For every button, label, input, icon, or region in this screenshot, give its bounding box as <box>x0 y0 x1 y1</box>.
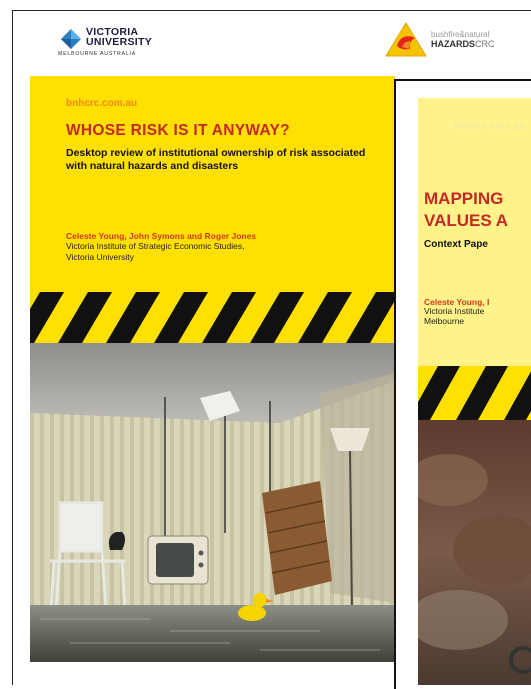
hazard-stripes <box>30 292 395 343</box>
cover2-institution: Victoria Institute Melbourne <box>424 306 484 326</box>
cover1-institution-line2: Victoria University <box>66 251 134 262</box>
flooded-room-photo <box>30 343 395 662</box>
vu-name-line2: UNIVERSITY <box>86 36 153 48</box>
cover-whose-risk: bnhcrc.com.au WHOSE RISK IS IT ANYWAY? D… <box>30 76 395 662</box>
cover2-institution-line1: Victoria Institute <box>424 306 485 316</box>
victoria-university-logo: VICTORIA UNIVERSITY MELBOURNE AUSTRALIA <box>58 24 168 60</box>
vu-location: MELBOURNE AUSTRALIA <box>58 51 137 57</box>
cover2-subtitle: Context Pape <box>424 239 488 250</box>
cover2-title-line1: MAPPING <box>424 189 504 208</box>
cover2-title-line2: VALUES A <box>424 211 509 230</box>
bnh-crc: CRC <box>475 39 495 49</box>
vu-diamond-icon <box>61 29 81 49</box>
cover-mapping-values: bnhcrc.com.au MAPPING VALUES A Context P… <box>418 98 531 685</box>
cover1-title: WHOSE RISK IS IT ANYWAY? <box>66 122 290 139</box>
bnh-line1: bushfire&natural <box>431 30 490 39</box>
vu-name: VICTORIA UNIVERSITY <box>86 27 153 48</box>
bnh-line2: HAZARDSCRC <box>431 39 495 49</box>
cover1-authors: Celeste Young, John Symons and Roger Jon… <box>66 231 257 241</box>
bnh-crc-logo: bushfire&natural HAZARDSCRC <box>385 22 525 58</box>
cover1-url: bnhcrc.com.au <box>66 98 138 109</box>
cover2-photo <box>418 420 531 685</box>
bnh-flame-icon <box>385 22 427 57</box>
cover2-institution-line2: Melbourne <box>424 316 465 326</box>
bnh-hazards: HAZARDS <box>431 39 475 49</box>
cover1-institution-line1: Victoria Institute of Strategic Economic… <box>66 241 245 251</box>
hazard-stripes-2 <box>418 366 531 420</box>
cover2-url: bnhcrc.com.au <box>454 121 526 132</box>
cover1-subtitle: Desktop review of institutional ownershi… <box>66 147 366 172</box>
cover1-institution: Victoria Institute of Strategic Economic… <box>66 241 366 262</box>
